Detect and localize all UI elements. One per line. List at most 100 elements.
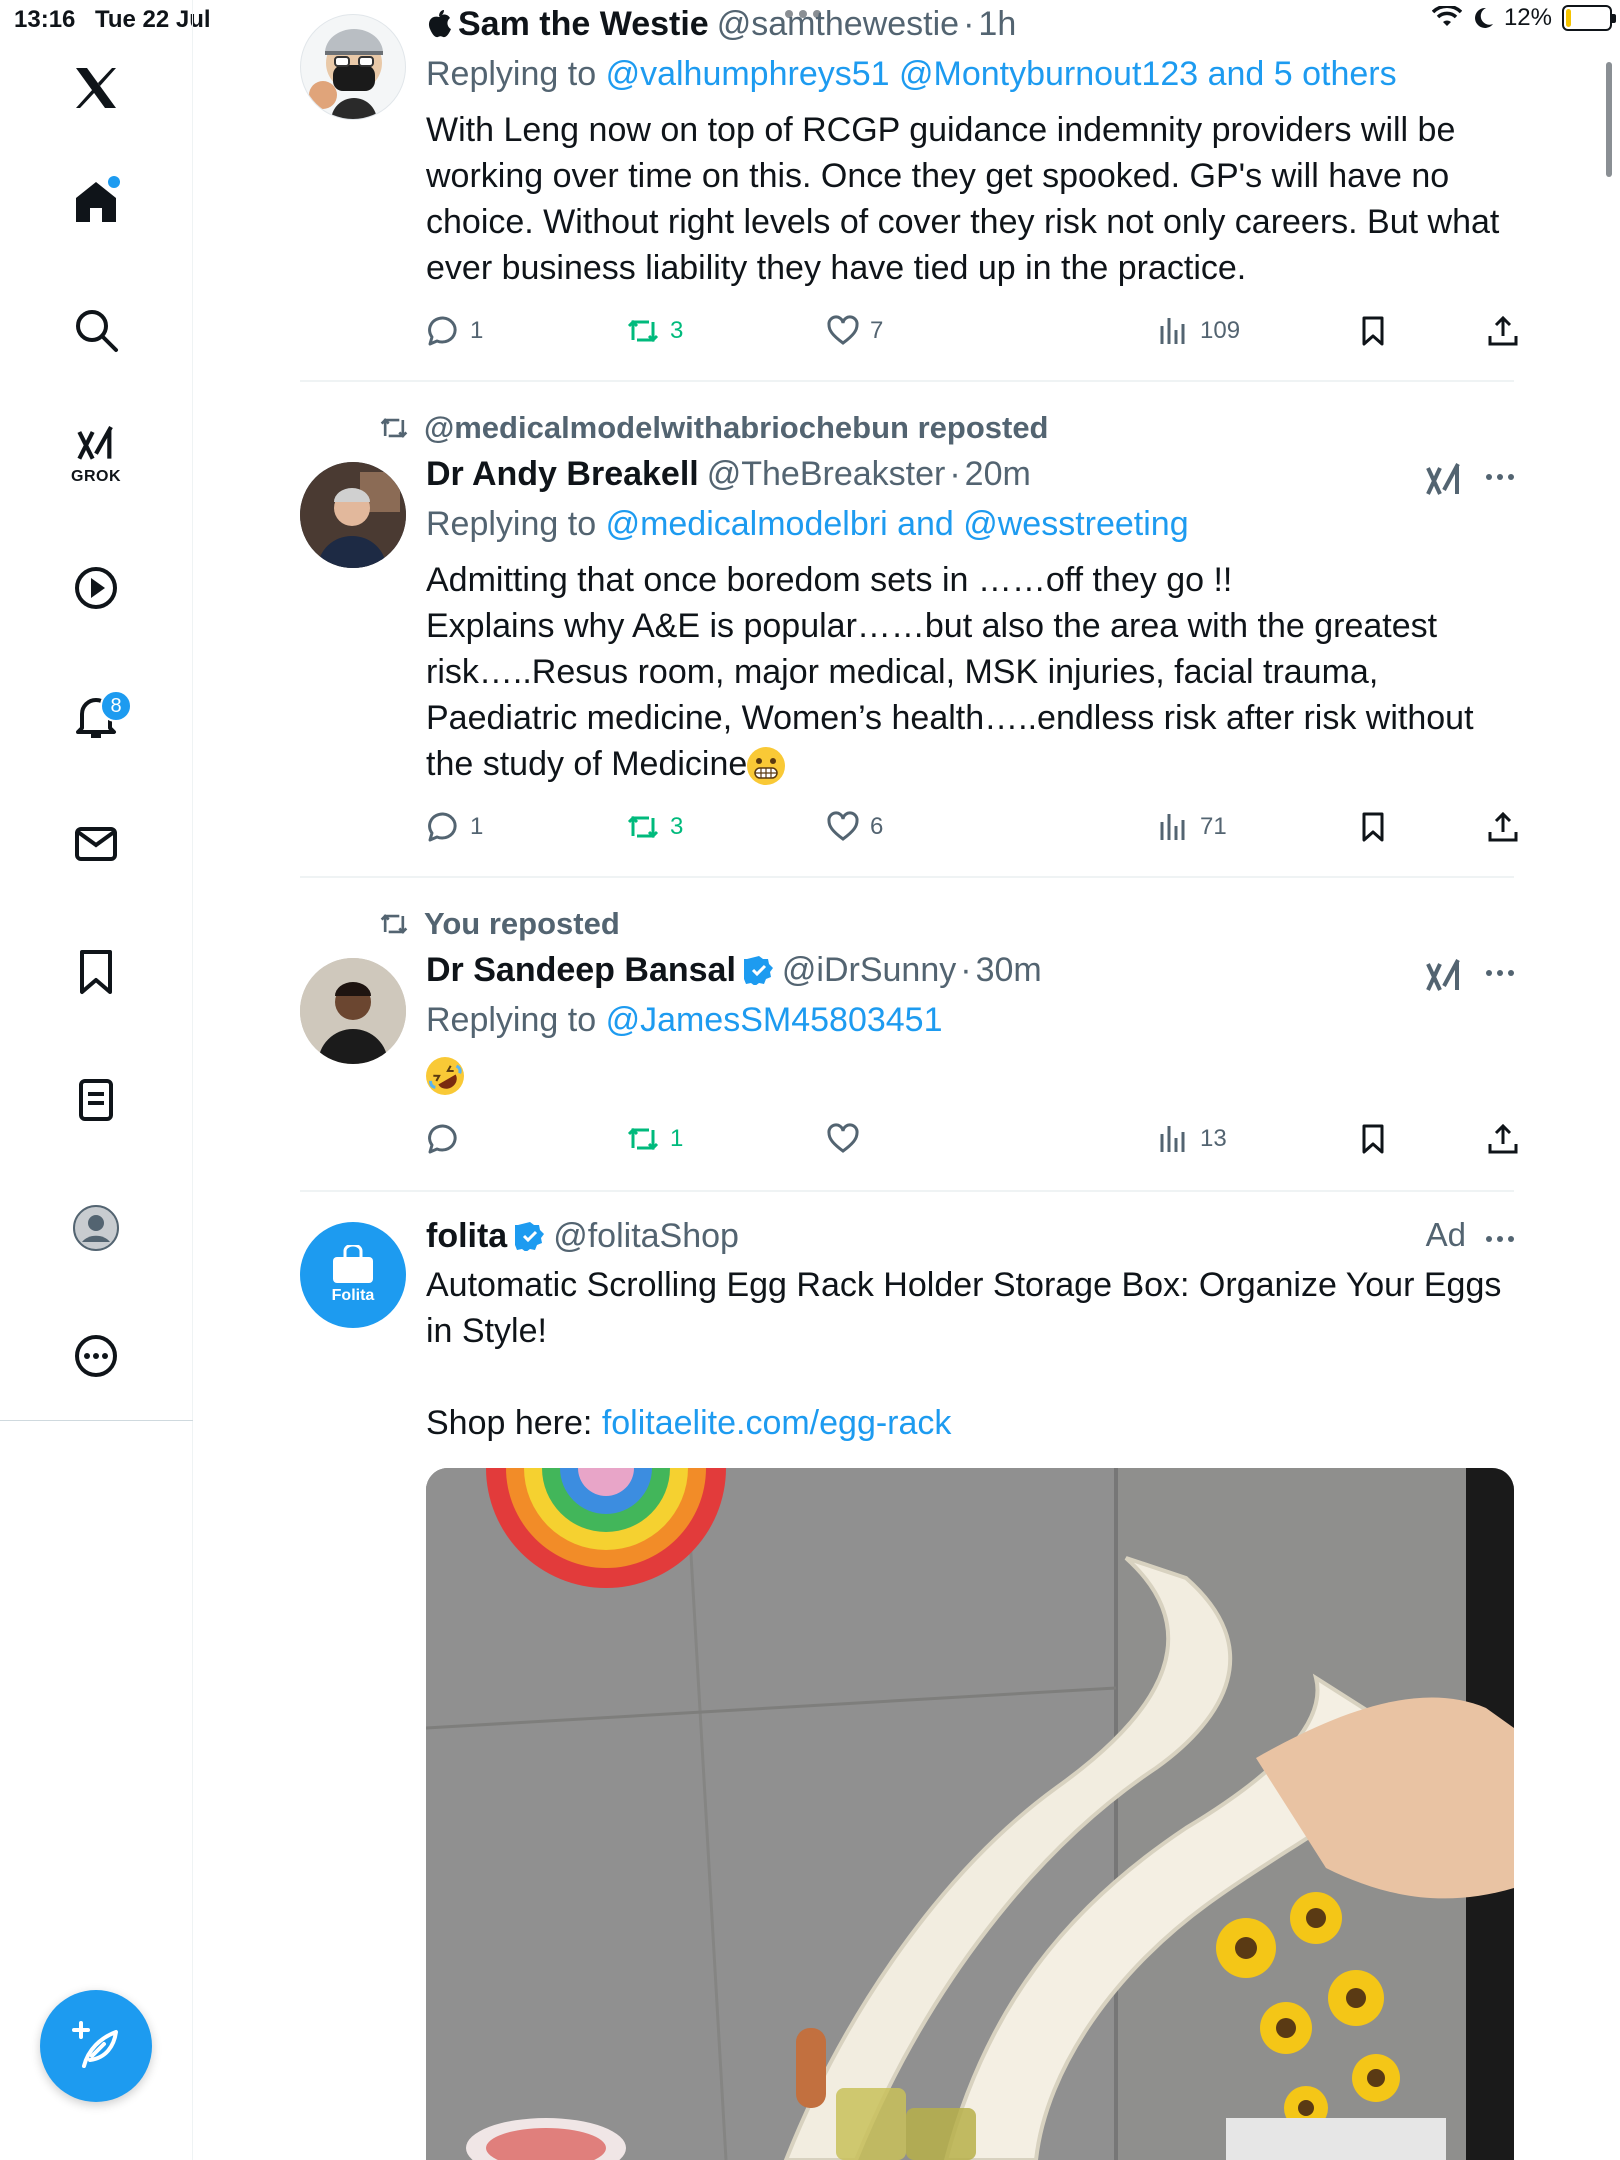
author-handle[interactable]: @folitaShop xyxy=(553,1214,739,1258)
bookmark-button[interactable] xyxy=(1356,1122,1390,1156)
ad-video-media[interactable] xyxy=(426,1468,1514,2160)
scrollbar[interactable] xyxy=(1606,62,1612,177)
bookmark-button[interactable] xyxy=(1356,314,1390,348)
views-chart-icon xyxy=(1160,814,1185,840)
sidebar-item-notifications[interactable]: 8 xyxy=(56,676,136,756)
home-new-indicator xyxy=(108,176,120,188)
sidebar-item-bookmarks[interactable] xyxy=(56,932,136,1012)
author-name[interactable]: folita xyxy=(426,1214,507,1258)
share-button[interactable] xyxy=(1486,810,1520,844)
tweet-text-line: Admitting that once boredom sets in ……of… xyxy=(426,561,1233,599)
author-name[interactable]: Sam the Westie xyxy=(458,2,709,46)
grok-explain-icon[interactable] xyxy=(1424,458,1464,498)
share-icon xyxy=(1488,315,1518,346)
notifications-badge: 8 xyxy=(100,690,132,722)
replying-to-users[interactable]: @medicalmodelbri and @wesstreeting xyxy=(606,505,1189,543)
advertiser-avatar[interactable]: Folita xyxy=(300,1222,406,1328)
view-count: 71 xyxy=(1200,813,1227,840)
like-button[interactable] xyxy=(826,1122,860,1156)
x-logo-icon[interactable] xyxy=(56,48,136,128)
bookmark-button[interactable] xyxy=(1356,810,1390,844)
reply-count: 1 xyxy=(470,317,484,344)
replying-to-users[interactable]: @JamesSM45803451 xyxy=(606,1001,943,1039)
tweet-header: folita @folitaShop xyxy=(426,1214,1514,1258)
avatar[interactable] xyxy=(300,14,406,120)
repost-context: You reposted xyxy=(378,906,620,942)
like-button[interactable]: 7 xyxy=(826,314,883,348)
views-button[interactable]: 71 xyxy=(1156,810,1227,844)
reply-icon xyxy=(428,1124,457,1154)
battery-icon xyxy=(1562,5,1616,31)
author-handle[interactable]: @TheBreakster xyxy=(707,452,946,496)
reply-button[interactable]: 1 xyxy=(426,314,483,348)
tweet-time[interactable]: 20m xyxy=(965,452,1031,496)
rolling-laughing-emoji-icon xyxy=(426,1057,464,1095)
views-button[interactable]: 13 xyxy=(1156,1122,1227,1156)
reply-button[interactable]: 1 xyxy=(426,810,483,844)
tweet-text: Automatic Scrolling Egg Rack Holder Stor… xyxy=(426,1266,1502,1350)
bookmark-icon xyxy=(1362,316,1384,346)
tweet-header: Dr Sandeep Bansal @iDrSunny · 30m xyxy=(426,948,1514,992)
compose-post-button[interactable] xyxy=(40,1990,152,2102)
sidebar-item-lists[interactable] xyxy=(56,1060,136,1140)
heart-icon xyxy=(827,811,859,841)
sidebar-item-more[interactable] xyxy=(56,1316,136,1396)
author-handle[interactable]: @iDrSunny xyxy=(782,948,956,992)
replying-to-prefix: Replying to xyxy=(426,55,597,93)
reposted-by[interactable]: You reposted xyxy=(424,906,620,942)
ad-label: Ad xyxy=(1425,1216,1466,1253)
views-button[interactable]: 109 xyxy=(1156,314,1240,348)
tweet-header: Dr Andy Breakell @TheBreakster · 20m xyxy=(426,452,1514,496)
profile-avatar-icon xyxy=(73,1205,119,1251)
author-handle[interactable]: @samthewestie xyxy=(717,2,959,46)
replying-to-prefix: Replying to xyxy=(426,505,597,543)
sidebar-divider xyxy=(0,1420,193,1421)
play-icon xyxy=(75,567,117,609)
sidebar-item-home[interactable] xyxy=(56,162,136,242)
sidebar-item-video[interactable] xyxy=(56,548,136,628)
tweet-time[interactable]: 30m xyxy=(976,948,1042,992)
tweet-time[interactable]: 1h xyxy=(978,2,1016,46)
author-name[interactable]: Dr Andy Breakell xyxy=(426,452,699,496)
replying-to: Replying to @JamesSM45803451 xyxy=(426,995,1514,1045)
replying-to-prefix: Replying to xyxy=(426,1001,597,1039)
like-button[interactable]: 6 xyxy=(826,810,883,844)
like-count: 6 xyxy=(870,813,884,840)
view-count: 109 xyxy=(1200,317,1241,344)
tweet-content: folita @folitaShop Automatic Scrolling E… xyxy=(426,1214,1514,1446)
sidebar-item-messages[interactable] xyxy=(56,804,136,884)
more-options-icon[interactable] xyxy=(1486,474,1514,480)
heart-icon xyxy=(827,1123,859,1153)
more-options-icon[interactable] xyxy=(1486,970,1514,976)
avatar[interactable] xyxy=(300,462,406,568)
avatar[interactable] xyxy=(300,958,406,1064)
repost-count: 3 xyxy=(670,317,684,344)
author-name[interactable]: Dr Sandeep Bansal xyxy=(426,948,736,992)
grimacing-emoji-icon xyxy=(747,747,786,786)
reposted-by[interactable]: @medicalmodelwithabriochebun reposted xyxy=(424,410,1049,446)
tweet-actions: 1 3 6 71 xyxy=(426,810,1518,850)
search-icon xyxy=(76,310,118,352)
tweet-text xyxy=(426,1057,1514,1095)
sidebar-item-grok[interactable]: GROK xyxy=(56,410,136,490)
sidebar-item-profile[interactable] xyxy=(56,1188,136,1268)
repost-button[interactable]: 1 xyxy=(626,1122,683,1156)
sidebar-item-explore[interactable] xyxy=(56,290,136,370)
repost-button[interactable]: 3 xyxy=(626,810,683,844)
tweet-text-line: Explains why A&E is popular……but also th… xyxy=(426,603,1514,787)
share-button[interactable] xyxy=(1486,1122,1520,1156)
repost-button[interactable]: 3 xyxy=(626,314,683,348)
grok-explain-icon[interactable] xyxy=(1424,954,1464,994)
more-circle-icon xyxy=(75,1335,117,1377)
reply-button[interactable] xyxy=(426,1122,460,1156)
more-options-icon[interactable] xyxy=(1486,1236,1514,1242)
separator-dot: · xyxy=(949,455,961,493)
heart-icon xyxy=(827,315,859,345)
shop-link[interactable]: folitaelite.com/egg-rack xyxy=(602,1404,952,1442)
share-button[interactable] xyxy=(1486,314,1520,348)
views-chart-icon xyxy=(1160,1126,1185,1152)
replying-to-users[interactable]: @valhumphreys51 @Montyburnout123 and 5 o… xyxy=(606,55,1397,93)
view-count: 13 xyxy=(1200,1125,1227,1152)
shopping-bag-icon xyxy=(333,1245,373,1283)
reply-icon xyxy=(428,812,457,842)
